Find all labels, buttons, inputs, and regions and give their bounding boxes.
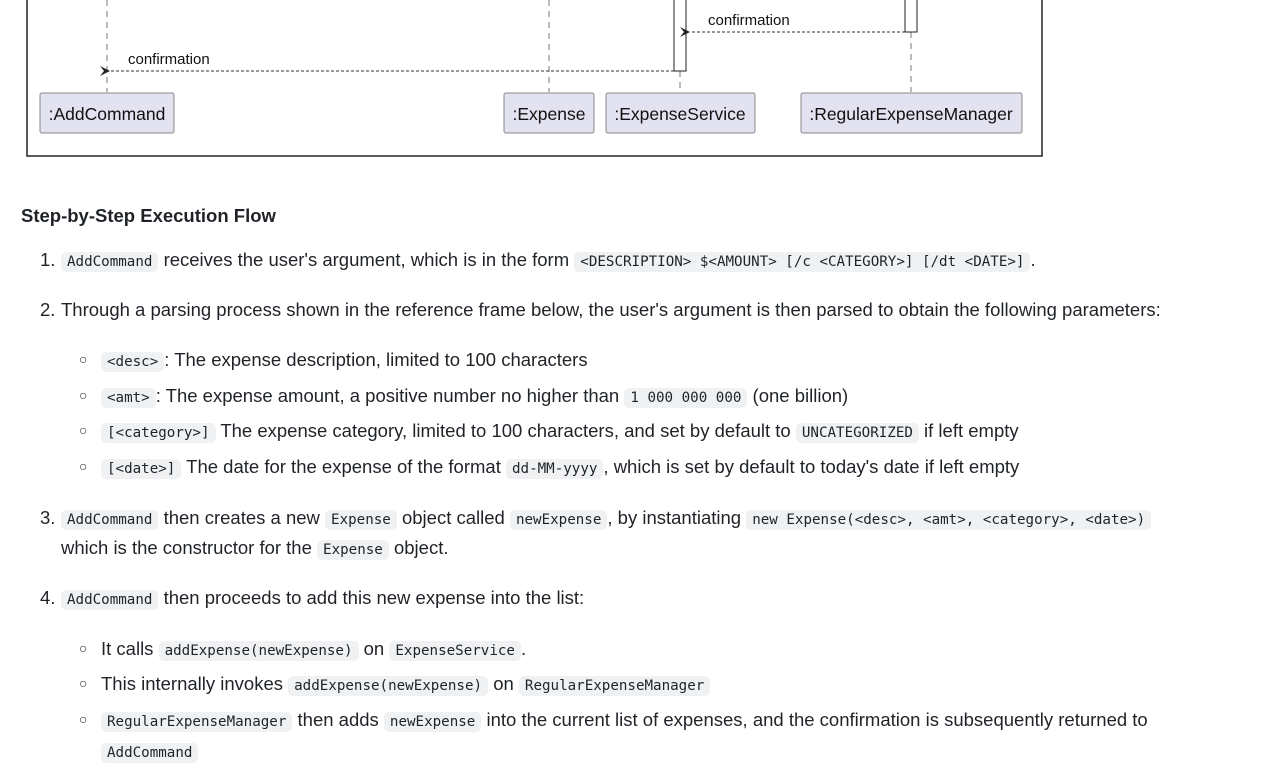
code: dd-MM-yyyy [506,459,604,479]
step-1: 1. AddCommand receives the user's argume… [40,246,1036,276]
code: <desc> [101,352,165,372]
bullet-icon: ○ [79,458,88,474]
step-2-param-amt: ○ <amt>: The expense amount, a positive … [79,382,849,412]
activation-expenseservice [673,0,687,72]
step-number: 4. [40,587,56,608]
code: newExpense [383,712,482,732]
section-heading: Step-by-Step Execution Flow [21,205,276,226]
text: : The expense amount, a positive number … [155,385,620,406]
text: if left empty [924,420,1019,441]
text: then adds [297,709,379,730]
step-3-continued: which is the constructor for the Expense… [61,534,448,564]
text: then proceeds to add this new expense in… [163,587,585,608]
text: : The expense description, limited to 10… [164,349,588,370]
text: The expense category, limited to 100 cha… [220,420,791,441]
step-4: 4. AddCommand then proceeds to add this … [40,584,585,614]
message-label-1: confirmation [708,12,790,29]
sequence-diagram: confirmation confirmation :AddCommand :E… [26,0,1043,157]
code: AddCommand [61,510,159,530]
text: . [1030,249,1036,270]
code: RegularExpenseManager [101,712,293,732]
code: [<date>] [101,459,182,479]
code: <DESCRIPTION> $<AMOUNT> [/c <CATEGORY>] … [574,252,1031,272]
message-label-2: confirmation [128,51,210,68]
text: This internally invokes [101,673,283,694]
step-2: 2. Through a parsing process shown in th… [40,296,1161,324]
text: It calls [101,638,154,659]
text: receives the user's argument, which is i… [163,249,570,270]
bullet-icon: ○ [79,422,88,438]
text: . [520,638,527,659]
bullet-icon: ○ [79,711,88,727]
step-4-adds: ○ RegularExpenseManager then adds newExp… [79,706,1148,736]
code: Expense [325,510,397,530]
step-number: 2. [40,299,56,320]
text: into the current list of expenses, and t… [486,709,1148,730]
code: RegularExpenseManager [518,676,711,696]
step-4-calls: ○ It calls addExpense(newExpense) on Exp… [79,635,527,665]
text: (one billion) [752,385,849,406]
code: new Expense(<desc>, <amt>, <category>, <… [746,510,1152,530]
step-4-invokes: ○ This internally invokes addExpense(new… [79,670,711,700]
step-number: 3. [40,507,56,528]
text: object called [401,507,505,528]
text: on [363,638,385,659]
text: then creates a new [163,507,320,528]
text: , which is set by default to today's dat… [603,456,1020,477]
bullet-icon: ○ [79,351,88,367]
text: Through a parsing process shown in the r… [61,299,1161,320]
bullet-icon: ○ [79,387,88,403]
step-2-param-category: ○ [<category>] The expense category, lim… [79,417,1019,447]
step-2-param-desc: ○ <desc>: The expense description, limit… [79,346,588,376]
text: object. [393,537,449,558]
code: Expense [317,540,389,560]
activation-regularexpensemanager [904,0,918,33]
code: UNCATEGORIZED [795,423,919,443]
code: [<category>] [101,423,216,443]
step-2-param-date: ○ [<date>] The date for the expense of t… [79,453,1020,483]
code: AddCommand [61,590,159,610]
step-3: 3. AddCommand then creates a new Expense… [40,504,1152,534]
step-4-adds-continued: AddCommand [101,737,199,767]
participant-addcommand: :AddCommand [49,104,166,124]
code: AddCommand [101,743,199,763]
code: newExpense [509,510,608,530]
text: which is the constructor for the [61,537,312,558]
code: AddCommand [61,252,159,272]
participant-regularexpensemanager: :RegularExpenseManager [809,104,1012,124]
bullet-icon: ○ [79,640,88,656]
text: on [493,673,514,694]
participant-expenseservice: :ExpenseService [614,104,745,124]
participant-expense: :Expense [513,104,586,124]
text: , by instantiating [607,507,742,528]
text: The date for the expense of the format [186,456,501,477]
code: 1 000 000 000 [624,388,748,408]
code: <amt> [101,388,156,408]
code: addExpense(newExpense) [288,676,489,696]
step-number: 1. [40,249,56,270]
code: addExpense(newExpense) [158,641,359,661]
code: ExpenseService [389,641,521,661]
bullet-icon: ○ [79,675,88,691]
